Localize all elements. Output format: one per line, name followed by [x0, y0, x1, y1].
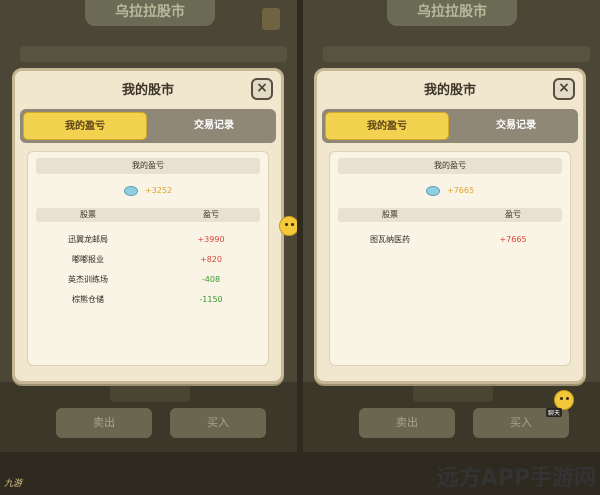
background-banner: 乌拉拉股市 — [85, 0, 215, 26]
stock-name: 嘟嘟报业 — [72, 255, 104, 264]
stock-profit: -408 — [201, 275, 221, 284]
footer-logo: 九游 — [4, 479, 23, 489]
background-banner: 乌拉拉股市 — [387, 0, 517, 26]
tab-my-profit[interactable]: 我的盈亏 — [325, 112, 449, 140]
header-profit: 盈亏 — [505, 210, 521, 219]
table-row: 迅翼龙邮局 +3990 — [36, 230, 260, 250]
watermark-text: 远方APP手游网 — [436, 466, 596, 491]
close-button[interactable]: × — [553, 78, 575, 100]
table-row: 英杰训练场 -408 — [36, 270, 260, 290]
summary-value: +3252 — [145, 186, 173, 195]
stock-profit: +3990 — [197, 235, 225, 244]
background-sell-button[interactable]: 卖出 — [359, 408, 455, 438]
background-buy-button[interactable]: 买入 — [170, 408, 266, 438]
background-box-icon — [262, 8, 280, 30]
background-lower-area: 卖出 买入 — [0, 382, 297, 452]
background-info — [413, 384, 493, 402]
table-row: 棕熊仓储 -1150 — [36, 290, 260, 310]
summary-header: 我的盈亏 — [36, 158, 260, 174]
header-stock: 股票 — [80, 210, 96, 219]
stock-list: 图瓦纳医药 +7665 — [338, 230, 562, 250]
background-sell-button[interactable]: 卖出 — [56, 408, 152, 438]
background-tab-strip — [323, 46, 590, 62]
modal-title: 我的股市 — [423, 83, 476, 98]
stock-name: 棕熊仓储 — [72, 295, 104, 304]
emoji-icon[interactable] — [554, 390, 574, 410]
tab-bar: 我的盈亏 交易记录 — [20, 109, 276, 143]
table-row: 图瓦纳医药 +7665 — [338, 230, 562, 250]
summary-value: +7665 — [447, 186, 475, 195]
tab-bar: 我的盈亏 交易记录 — [322, 109, 578, 143]
table-row: 嘟嘟报业 +820 — [36, 250, 260, 270]
stock-name: 图瓦纳医药 — [370, 235, 410, 244]
summary-header: 我的盈亏 — [338, 158, 562, 174]
stock-modal: 我的股市 × 我的盈亏 交易记录 我的盈亏 +7665 股票 盈亏 图瓦纳医药 … — [314, 68, 586, 384]
profit-content: 我的盈亏 +7665 股票 盈亏 图瓦纳医药 +7665 — [329, 151, 571, 366]
table-header: 股票 盈亏 — [36, 208, 260, 222]
tab-my-profit[interactable]: 我的盈亏 — [23, 112, 147, 140]
header-stock: 股票 — [382, 210, 398, 219]
stock-profit: +7665 — [499, 235, 527, 244]
header-profit: 盈亏 — [203, 210, 219, 219]
background-info — [110, 384, 190, 402]
emoji-icon[interactable] — [279, 216, 297, 236]
gem-icon — [425, 185, 440, 196]
right-screenshot: 乌拉拉股市 卖出 买入 我的股市 × 我的盈亏 交易记录 我的盈亏 +7665 … — [303, 0, 600, 452]
stock-profit: -1150 — [199, 295, 223, 304]
table-header: 股票 盈亏 — [338, 208, 562, 222]
summary-row: +7665 — [330, 180, 570, 196]
left-screenshot: 乌拉拉股市 卖出 买入 我的股市 × 我的盈亏 交易记录 我的盈亏 +3252 … — [0, 0, 297, 452]
chat-label[interactable]: 聊天 — [546, 408, 563, 417]
background-tab-strip — [20, 46, 287, 62]
tab-trade-history[interactable]: 交易记录 — [454, 112, 578, 140]
profit-content: 我的盈亏 +3252 股票 盈亏 迅翼龙邮局 +3990 嘟嘟报业 +820 英… — [27, 151, 269, 366]
tab-trade-history[interactable]: 交易记录 — [152, 112, 276, 140]
stock-profit: +820 — [200, 255, 222, 264]
modal-title: 我的股市 — [121, 83, 174, 98]
stock-list: 迅翼龙邮局 +3990 嘟嘟报业 +820 英杰训练场 -408 棕熊仓储 -1… — [36, 230, 260, 310]
stock-modal: 我的股市 × 我的盈亏 交易记录 我的盈亏 +3252 股票 盈亏 迅翼龙邮局 … — [12, 68, 284, 384]
stock-name: 英杰训练场 — [68, 275, 108, 284]
stock-name: 迅翼龙邮局 — [68, 235, 108, 244]
gem-icon — [123, 185, 138, 196]
close-button[interactable]: × — [251, 78, 273, 100]
summary-row: +3252 — [28, 180, 268, 196]
